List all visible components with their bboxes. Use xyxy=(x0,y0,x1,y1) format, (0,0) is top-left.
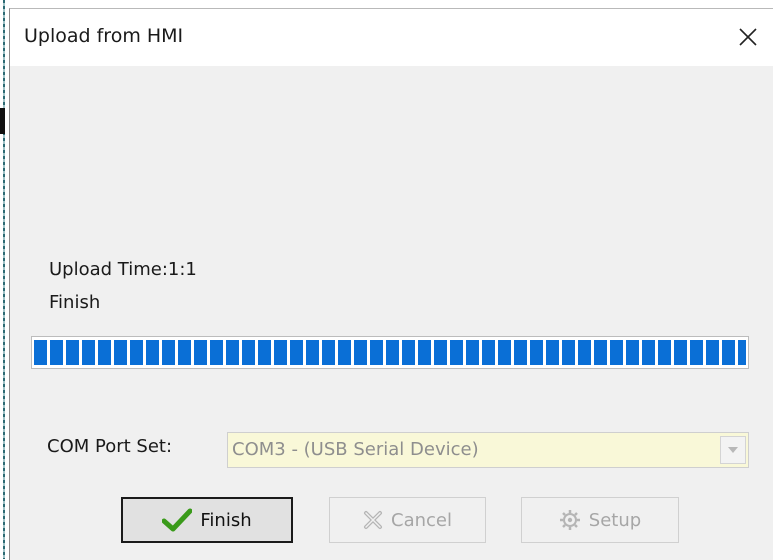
com-port-value: COM3 - (USB Serial Device) xyxy=(232,439,479,460)
upload-time-text: Upload Time:1:1 xyxy=(49,259,197,280)
background-window-border xyxy=(3,0,5,559)
close-button[interactable] xyxy=(726,17,770,57)
cancel-button-label: Cancel xyxy=(391,509,452,531)
com-port-select[interactable]: COM3 - (USB Serial Device) xyxy=(227,432,749,468)
dropdown-button[interactable] xyxy=(720,436,746,464)
finish-button[interactable]: Finish xyxy=(121,497,293,543)
com-port-label: COM Port Set: xyxy=(47,436,173,457)
upload-progress-bar xyxy=(31,336,749,369)
dialog-title: Upload from HMI xyxy=(24,25,184,47)
progress-fill xyxy=(34,340,746,365)
cancel-button[interactable]: Cancel xyxy=(329,497,486,543)
status-text: Finish xyxy=(49,292,101,313)
close-icon xyxy=(739,28,757,46)
chevron-down-icon xyxy=(728,447,738,453)
gear-icon xyxy=(559,509,581,531)
background-window-mark xyxy=(0,108,5,134)
x-icon xyxy=(363,510,383,530)
title-bar[interactable]: Upload from HMI xyxy=(10,9,773,66)
setup-button[interactable]: Setup xyxy=(521,497,679,543)
setup-button-label: Setup xyxy=(588,509,642,531)
upload-dialog: Upload from HMI Upload Time:1:1 Finish C… xyxy=(9,8,773,560)
checkmark-icon xyxy=(162,508,193,532)
finish-button-label: Finish xyxy=(200,509,252,531)
